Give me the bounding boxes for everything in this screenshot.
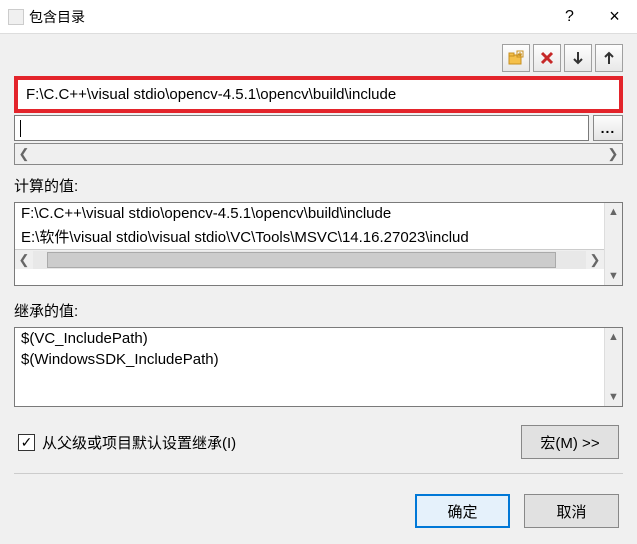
list-item: $(WindowsSDK_IncludePath)	[15, 349, 604, 370]
inherited-values-listbox[interactable]: $(VC_IncludePath) $(WindowsSDK_IncludePa…	[14, 327, 623, 407]
scroll-down-icon[interactable]: ▼	[605, 388, 622, 406]
computed-values-listbox[interactable]: F:\C.C++\visual stdio\opencv-4.5.1\openc…	[14, 202, 623, 286]
scroll-up-icon[interactable]: ▲	[605, 328, 622, 346]
vertical-scrollbar[interactable]: ▲ ▼	[604, 328, 622, 406]
dialog-icon	[8, 9, 24, 25]
macro-button[interactable]: 宏(M) >>	[521, 425, 619, 459]
cancel-button[interactable]: 取消	[524, 494, 619, 528]
highlighted-path-row: F:\C.C++\visual stdio\opencv-4.5.1\openc…	[14, 76, 623, 113]
titlebar: 包含目录 ? ×	[0, 0, 637, 34]
move-down-button[interactable]	[564, 44, 592, 72]
inherit-checkbox-wrap[interactable]: ✓ 从父级或项目默认设置继承(I)	[18, 432, 236, 453]
list-item: $(VC_IncludePath)	[15, 328, 604, 349]
edit-row: ...	[14, 115, 623, 141]
scrollbar-thumb[interactable]	[47, 252, 556, 268]
ok-button[interactable]: 确定	[415, 494, 510, 528]
new-folder-button[interactable]	[502, 44, 530, 72]
horizontal-scrollbar[interactable]: ❮ ❯	[15, 249, 604, 269]
toolbar	[14, 44, 623, 72]
browse-button[interactable]: ...	[593, 115, 623, 141]
path-text[interactable]: F:\C.C++\visual stdio\opencv-4.5.1\openc…	[20, 82, 617, 107]
dialog-title: 包含目录	[29, 7, 85, 27]
list-item: F:\C.C++\visual stdio\opencv-4.5.1\openc…	[15, 203, 604, 224]
vertical-scrollbar[interactable]: ▲ ▼	[604, 203, 622, 285]
scroll-right-icon[interactable]: ❯	[604, 144, 622, 164]
check-icon: ✓	[21, 435, 33, 449]
help-button[interactable]: ?	[547, 0, 592, 34]
horizontal-scrollbar[interactable]: ❮ ❯	[14, 143, 623, 165]
scroll-down-icon[interactable]: ▼	[605, 267, 622, 285]
inherited-label: 继承的值:	[14, 300, 623, 321]
path-input[interactable]	[14, 115, 589, 141]
inherit-checkbox-label: 从父级或项目默认设置继承(I)	[42, 432, 236, 453]
scroll-up-icon[interactable]: ▲	[605, 203, 622, 221]
computed-label: 计算的值:	[14, 175, 623, 196]
move-up-button[interactable]	[595, 44, 623, 72]
close-button[interactable]: ×	[592, 0, 637, 34]
scroll-left-icon[interactable]: ❮	[15, 144, 33, 164]
divider	[14, 473, 623, 474]
delete-button[interactable]	[533, 44, 561, 72]
scroll-left-icon[interactable]: ❮	[15, 250, 33, 270]
scroll-right-icon[interactable]: ❯	[586, 250, 604, 270]
inherit-checkbox[interactable]: ✓	[18, 434, 35, 451]
list-item: E:\软件\visual stdio\visual stdio\VC\Tools…	[15, 224, 604, 249]
